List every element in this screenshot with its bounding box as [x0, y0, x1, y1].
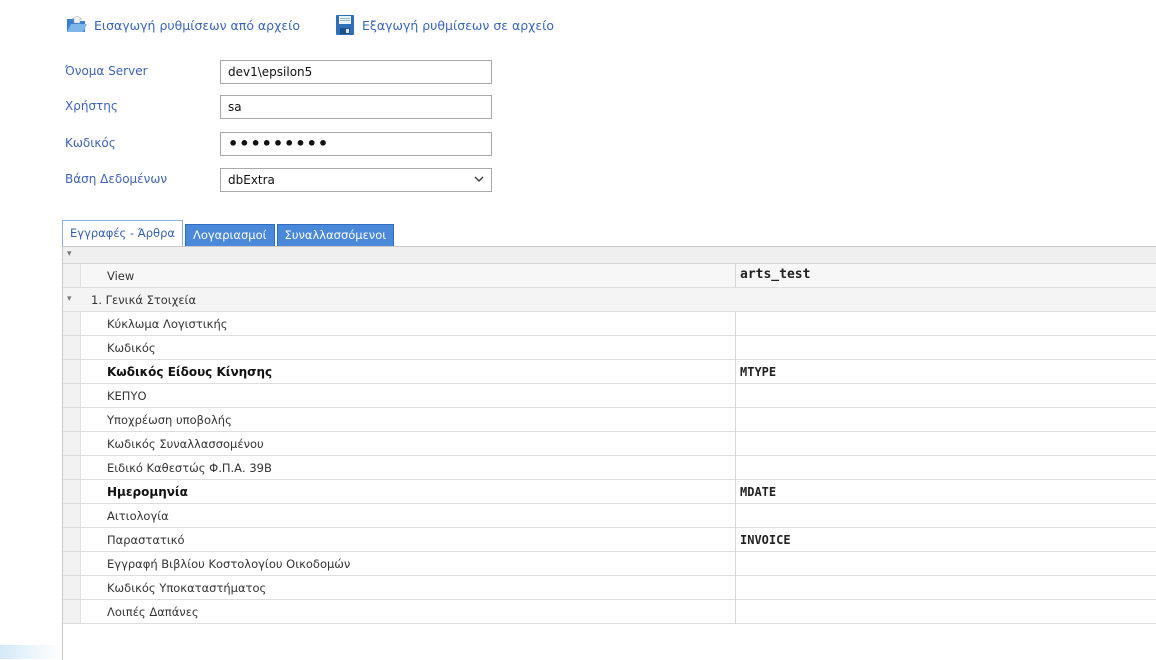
- row-name: Κωδικός Είδους Κίνησης: [107, 365, 273, 379]
- row-name: Ημερομηνία: [107, 485, 188, 499]
- user-label: Χρήστης: [65, 99, 118, 113]
- user-input[interactable]: sa: [220, 95, 492, 119]
- row-value[interactable]: [735, 504, 1156, 527]
- import-settings-button[interactable]: Εισαγωγή ρυθμίσεων από αρχείο: [66, 14, 300, 36]
- row-gutter: [63, 504, 81, 527]
- tab-accounts[interactable]: Λογαριασμοί: [184, 224, 275, 246]
- row-name: Κύκλωμα Λογιστικής: [107, 317, 228, 331]
- row-gutter: [63, 432, 81, 455]
- folder-open-icon: [66, 14, 88, 36]
- table-row[interactable]: Αιτιολογία: [63, 504, 1156, 528]
- header-name-cell: View: [107, 269, 135, 283]
- row-value[interactable]: [735, 408, 1156, 431]
- table-row[interactable]: Ειδικό Καθεστώς Φ.Π.Α. 39Β: [63, 456, 1156, 480]
- row-value[interactable]: [735, 456, 1156, 479]
- export-settings-button[interactable]: Εξαγωγή ρυθμίσεων σε αρχείο: [334, 14, 554, 36]
- floppy-disk-icon: [334, 14, 356, 36]
- row-name: Ειδικό Καθεστώς Φ.Π.Α. 39Β: [107, 461, 272, 475]
- row-gutter: [63, 528, 81, 551]
- row-name: Κωδικός Υποκαταστήματος: [107, 581, 267, 595]
- table-row[interactable]: ΚΕΠΥΟ: [63, 384, 1156, 408]
- table-row[interactable]: Εγγραφή Βιβλίου Κοστολογίου Οικοδομών: [63, 552, 1156, 576]
- tab-counterparties[interactable]: Συναλλασσόμενοι: [276, 224, 395, 246]
- database-select-value: dbExtra: [228, 173, 275, 187]
- row-gutter: [63, 600, 81, 623]
- table-row[interactable]: Κωδικός: [63, 336, 1156, 360]
- row-gutter: [63, 552, 81, 575]
- table-row[interactable]: Ημερομηνία MDATE: [63, 480, 1156, 504]
- group-expand-icon[interactable]: ▾: [67, 294, 72, 304]
- table-row[interactable]: Υποχρέωση υποβολής: [63, 408, 1156, 432]
- row-name: ΚΕΠΥΟ: [107, 389, 147, 403]
- table-row[interactable]: Κωδικός Είδους Κίνησης MTYPE: [63, 360, 1156, 384]
- row-name: Υποχρέωση υποβολής: [107, 413, 232, 427]
- row-value[interactable]: INVOICE: [735, 528, 1156, 551]
- table-row[interactable]: Κύκλωμα Λογιστικής: [63, 312, 1156, 336]
- password-label: Κωδικός: [65, 136, 116, 150]
- grid-toolbar: ▾: [63, 247, 1156, 264]
- tab-bar: Εγγραφές - Άρθρα Λογαριασμοί Συναλλασσόμ…: [62, 220, 396, 246]
- database-select[interactable]: dbExtra: [220, 168, 492, 192]
- row-gutter: [63, 384, 81, 407]
- row-value[interactable]: [735, 336, 1156, 359]
- password-input[interactable]: •••••••••: [220, 132, 492, 156]
- row-gutter: [63, 312, 81, 335]
- row-value[interactable]: [735, 552, 1156, 575]
- row-value[interactable]: [735, 576, 1156, 599]
- row-value[interactable]: [735, 312, 1156, 335]
- row-name: Αιτιολογία: [107, 509, 169, 523]
- row-value[interactable]: [735, 384, 1156, 407]
- group-label: 1. Γενικά Στοιχεία: [91, 293, 197, 307]
- grid-header-row[interactable]: View arts_test: [63, 264, 1156, 288]
- row-name: Κωδικός Συναλλασσομένου: [107, 437, 264, 451]
- group-row-general[interactable]: ▾ 1. Γενικά Στοιχεία: [63, 288, 1156, 312]
- settings-toolbar: Εισαγωγή ρυθμίσεων από αρχείο Εξαγωγή ρυ…: [66, 12, 554, 38]
- row-name: Παραστατικό: [107, 533, 185, 547]
- tab-entries-articles[interactable]: Εγγραφές - Άρθρα: [62, 220, 183, 246]
- row-name: Εγγραφή Βιβλίου Κοστολογίου Οικοδομών: [107, 557, 351, 571]
- row-gutter: [63, 576, 81, 599]
- row-value[interactable]: MDATE: [735, 480, 1156, 503]
- row-gutter: [63, 456, 81, 479]
- row-gutter: [63, 408, 81, 431]
- table-row[interactable]: Κωδικός Συναλλασσομένου: [63, 432, 1156, 456]
- row-gutter: [63, 336, 81, 359]
- row-value[interactable]: [735, 600, 1156, 623]
- row-name: Λοιπές Δαπάνες: [107, 605, 199, 619]
- table-row[interactable]: Λοιπές Δαπάνες: [63, 600, 1156, 624]
- import-settings-label: Εισαγωγή ρυθμίσεων από αρχείο: [94, 17, 300, 33]
- table-row[interactable]: Κωδικός Υποκαταστήματος: [63, 576, 1156, 600]
- collapse-all-icon[interactable]: ▾: [67, 249, 72, 259]
- row-gutter: [63, 360, 81, 383]
- row-value[interactable]: MTYPE: [735, 360, 1156, 383]
- row-gutter: [63, 480, 81, 503]
- database-label: Βάση Δεδομένων: [65, 172, 168, 186]
- server-input[interactable]: dev1\epsilon5: [220, 60, 492, 84]
- row-value[interactable]: [735, 432, 1156, 455]
- row-name: Κωδικός: [107, 341, 156, 355]
- server-label: Όνομα Server: [65, 64, 148, 78]
- table-row[interactable]: Παραστατικό INVOICE: [63, 528, 1156, 552]
- header-value-cell[interactable]: arts_test: [735, 264, 1156, 287]
- export-settings-label: Εξαγωγή ρυθμίσεων σε αρχείο: [361, 17, 555, 33]
- row-gutter: [63, 264, 81, 287]
- property-grid: ▾ View arts_test ▾ 1. Γενικά Στοιχεία Κύ…: [62, 246, 1156, 660]
- chevron-down-icon[interactable]: [474, 172, 484, 189]
- window-edge-decoration: [0, 645, 60, 659]
